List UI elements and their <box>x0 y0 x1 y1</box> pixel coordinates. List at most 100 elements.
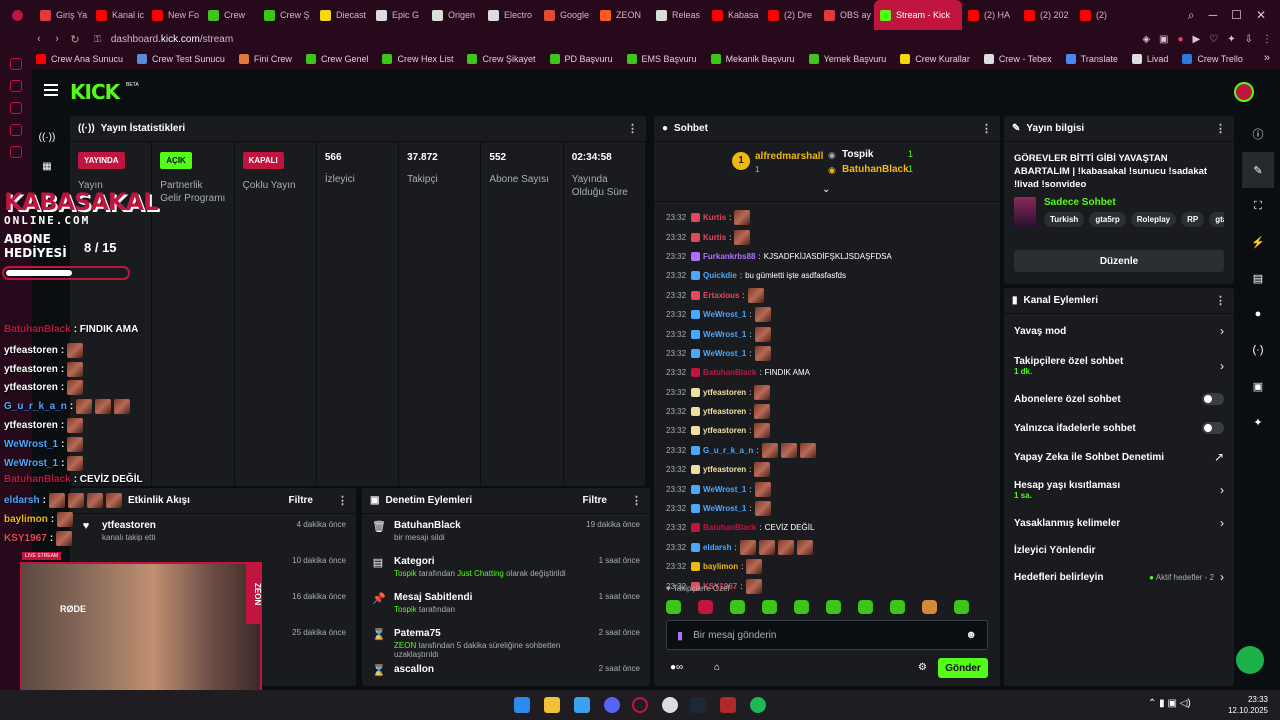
chevron-right-icon[interactable]: › <box>1220 570 1224 584</box>
hamburger-menu-icon[interactable] <box>44 84 58 96</box>
reload-icon[interactable]: ↻ <box>66 33 84 46</box>
chevron-right-icon[interactable]: › <box>1220 516 1224 530</box>
channel-action-item[interactable]: Hedefleri belirleyin ● Aktif hedefler - 2… <box>1004 562 1234 592</box>
category-name[interactable]: Sadece Sohbet <box>1044 197 1224 208</box>
more-options-icon[interactable]: ⋮ <box>631 494 642 507</box>
leaderboard-user[interactable]: alfredmarshall <box>755 151 823 162</box>
stream-tag[interactable]: gta5rp <box>1089 212 1126 227</box>
back-icon[interactable]: ‹ <box>30 33 48 45</box>
quick-emote-icon[interactable] <box>762 600 777 614</box>
more-options-icon[interactable]: ⋮ <box>981 122 992 135</box>
gift-icon[interactable]: ⌂ <box>714 662 720 673</box>
sidebar-app-icon[interactable] <box>10 58 22 70</box>
browser-tab[interactable]: Electro <box>482 0 538 30</box>
bookmarks-overflow-icon[interactable]: » <box>1264 52 1270 64</box>
browser-tab[interactable]: Epic G <box>370 0 426 30</box>
browser-tab[interactable]: Crew <box>202 0 258 30</box>
app-icon[interactable] <box>574 697 590 713</box>
quick-emote-icon[interactable] <box>826 600 841 614</box>
forward-icon[interactable]: › <box>48 33 66 45</box>
channel-action-item[interactable]: İzleyici Yönlendir <box>1004 538 1234 562</box>
send-button[interactable]: Gönder <box>938 658 988 678</box>
steam-icon[interactable] <box>690 697 706 713</box>
leaderboard-user[interactable]: BatuhanBlack <box>842 164 909 175</box>
user-avatar[interactable] <box>1234 82 1254 102</box>
edit-icon[interactable]: ✎ <box>1242 152 1274 188</box>
leaderboard-user[interactable]: Tospik <box>842 149 873 160</box>
bookmark-item[interactable]: Yemek Başvuru <box>808 54 886 64</box>
message-username[interactable]: ytfeastoren <box>703 407 746 416</box>
extension-icon[interactable]: ● <box>1178 34 1184 45</box>
stream-tag[interactable]: gta5 <box>1209 212 1224 227</box>
obs-icon[interactable] <box>662 697 678 713</box>
browser-tab[interactable]: (2) Dre <box>762 0 818 30</box>
message-username[interactable]: WeWrost_1 <box>703 485 746 494</box>
menu-icon[interactable]: ⋮ <box>1262 34 1272 45</box>
browser-tab[interactable]: (2) HA <box>962 0 1018 30</box>
quick-emote-icon[interactable] <box>890 600 905 614</box>
bookmark-item[interactable]: Crew - Tebex <box>983 54 1052 64</box>
channel-action-item[interactable]: Yapay Zeka ile Sohbet Denetimi ↗ <box>1004 442 1234 472</box>
chevron-right-icon[interactable]: › <box>1220 324 1224 338</box>
edit-stream-info-button[interactable]: Düzenle <box>1014 250 1224 272</box>
mod-action-user[interactable]: Tospik <box>394 569 417 578</box>
stream-tag[interactable]: Roleplay <box>1130 212 1177 227</box>
browser-tab[interactable]: Crew Ş <box>258 0 314 30</box>
external-link-icon[interactable]: ↗ <box>1214 450 1224 464</box>
browser-tab[interactable]: (2) <box>1074 0 1130 30</box>
bookmark-item[interactable]: PD Başvuru <box>549 54 613 64</box>
fullscreen-icon[interactable]: ⛶ <box>1242 188 1274 224</box>
message-username[interactable]: WeWrost_1 <box>703 504 746 513</box>
quick-emote-icon[interactable] <box>666 600 681 614</box>
browser-tab[interactable]: ZEON <box>594 0 650 30</box>
bookmark-item[interactable]: Crew Hex List <box>382 54 453 64</box>
browser-tab[interactable]: New Fo <box>146 0 202 30</box>
message-username[interactable]: baylimon <box>703 562 738 571</box>
favorite-icon[interactable]: ♡ <box>1209 34 1218 45</box>
info-icon[interactable]: ⓘ <box>1242 116 1274 152</box>
broadcast-icon[interactable]: (·) <box>1242 332 1274 368</box>
browser-tab[interactable]: Kabasa <box>706 0 762 30</box>
chevron-right-icon[interactable]: › <box>1220 359 1224 373</box>
more-options-icon[interactable]: ⋮ <box>337 494 348 507</box>
spotify-icon[interactable] <box>750 697 766 713</box>
chevron-right-icon[interactable]: › <box>1220 483 1224 497</box>
message-username[interactable]: ytfeastoren <box>703 426 746 435</box>
extension-icon[interactable]: ▣ <box>1159 34 1168 45</box>
emoji-icon[interactable]: ☻ <box>965 629 977 641</box>
sidebar-app-icon[interactable] <box>10 102 22 114</box>
wrench-icon[interactable]: ✦ <box>1242 404 1274 440</box>
more-options-icon[interactable]: ⋮ <box>627 122 638 135</box>
quick-emote-icon[interactable] <box>794 600 809 614</box>
chat-input[interactable] <box>693 629 956 641</box>
extension-icon[interactable]: ◈ <box>1142 34 1150 45</box>
browser-tab[interactable]: OBS ay <box>818 0 874 30</box>
document-icon[interactable]: ▤ <box>1242 260 1274 296</box>
minimize-button[interactable]: ─ <box>1209 8 1218 22</box>
browser-tab[interactable]: Stream - Kick <box>874 0 962 30</box>
bookmark-item[interactable]: EMS Başvuru <box>626 54 697 64</box>
toggle-switch[interactable] <box>1202 422 1224 434</box>
message-username[interactable]: WeWrost_1 <box>703 330 746 339</box>
message-username[interactable]: WeWrost_1 <box>703 349 746 358</box>
bookmark-item[interactable]: Crew Ana Sunucu <box>36 54 123 64</box>
url-field[interactable]: dashboard.kick.com/stream <box>111 34 233 45</box>
browser-tab[interactable]: Releas <box>650 0 706 30</box>
bookmark-item[interactable]: Crew Şikayet <box>467 54 536 64</box>
search-tabs-icon[interactable]: ⌕ <box>1188 8 1195 23</box>
toggle-switch[interactable] <box>1202 393 1224 405</box>
message-username[interactable]: G_u_r_k_a_n <box>703 446 753 455</box>
stream-tag[interactable]: RP <box>1181 212 1205 227</box>
sidebar-app-icon[interactable] <box>10 80 22 92</box>
bookmark-item[interactable]: Mekanik Başvuru <box>710 54 795 64</box>
chat-bubble-icon[interactable]: ● <box>1242 296 1274 332</box>
quick-emote-icon[interactable] <box>922 600 937 614</box>
browser-tab[interactable]: Giriş Ya <box>34 0 90 30</box>
more-options-icon[interactable]: ⋮ <box>1215 294 1226 307</box>
browser-profile-button[interactable] <box>0 0 34 30</box>
maximize-button[interactable]: ☐ <box>1231 8 1242 22</box>
channel-action-item[interactable]: Hesap yaşı kısıtlaması 1 sa. › <box>1004 472 1234 508</box>
filter-button[interactable]: Filtre <box>289 495 313 506</box>
channel-action-item[interactable]: Abonelere özel sohbet <box>1004 384 1234 414</box>
microphone-icon[interactable]: ▮ <box>677 629 683 642</box>
